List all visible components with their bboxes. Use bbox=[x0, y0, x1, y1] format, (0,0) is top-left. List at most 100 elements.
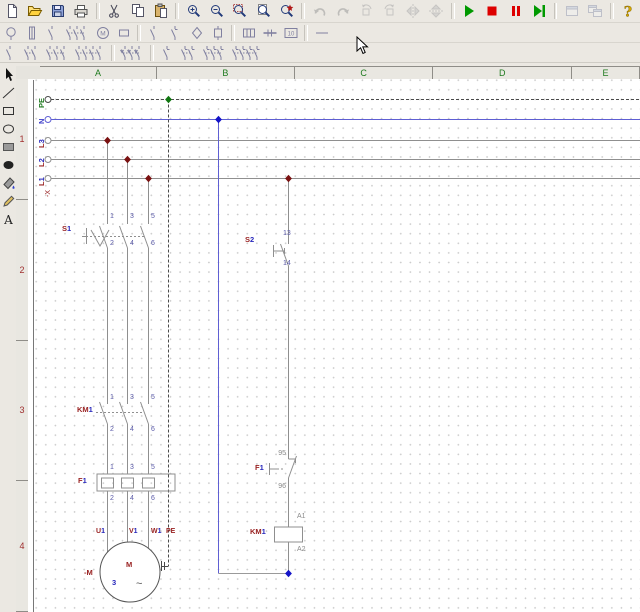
pencil-icon bbox=[1, 193, 16, 209]
lamp-button[interactable] bbox=[1, 24, 20, 41]
rotate-left-button[interactable] bbox=[356, 1, 377, 21]
window-arrange-button[interactable] bbox=[585, 1, 606, 21]
nc-3p-button[interactable] bbox=[201, 44, 228, 61]
select-icon bbox=[1, 67, 16, 83]
zoom-in-button[interactable] bbox=[183, 1, 204, 21]
tool-filled-rectangle-button[interactable] bbox=[1, 138, 16, 156]
print-icon bbox=[73, 3, 89, 19]
no-1p-icon bbox=[5, 45, 16, 61]
flip-vertical-button[interactable] bbox=[425, 1, 446, 21]
nc-1p-button[interactable] bbox=[158, 44, 177, 61]
no-3p-arrows-button[interactable] bbox=[119, 44, 146, 61]
cut-button[interactable] bbox=[104, 1, 125, 21]
schematic-canvas[interactable] bbox=[28, 79, 640, 612]
zoom-page-icon bbox=[256, 3, 272, 19]
tool-rectangle-button[interactable] bbox=[1, 102, 16, 120]
toolbar-separator bbox=[175, 3, 179, 19]
tool-ellipse-button[interactable] bbox=[1, 120, 16, 138]
zoom-page-button[interactable] bbox=[253, 1, 274, 21]
zoom-special-button[interactable] bbox=[276, 1, 297, 21]
copy-button[interactable] bbox=[127, 1, 148, 21]
open-icon bbox=[27, 3, 43, 19]
contact-toolbar bbox=[0, 43, 640, 63]
step-button[interactable] bbox=[528, 1, 549, 21]
pause-button[interactable] bbox=[505, 1, 526, 21]
contact-no2-button[interactable] bbox=[145, 24, 164, 41]
paste-button[interactable] bbox=[150, 1, 171, 21]
tool-filled-ellipse-button[interactable] bbox=[1, 156, 16, 174]
cut-icon bbox=[106, 3, 122, 19]
flip-horizontal-button[interactable] bbox=[402, 1, 423, 21]
tool-fill-button[interactable] bbox=[1, 174, 16, 192]
no-2p-button[interactable] bbox=[22, 44, 42, 61]
no-3p-button[interactable] bbox=[44, 44, 71, 61]
block-10-button[interactable]: 10 bbox=[281, 24, 300, 41]
toolbar-separator bbox=[137, 25, 141, 41]
undo-button[interactable] bbox=[309, 1, 330, 21]
window-new-button[interactable] bbox=[561, 1, 582, 21]
zoom-out-button[interactable] bbox=[207, 1, 228, 21]
nc-4p-button[interactable] bbox=[230, 44, 264, 61]
help-button[interactable]: ? bbox=[618, 1, 639, 21]
relay-button[interactable] bbox=[239, 24, 258, 41]
terminal-icon bbox=[262, 25, 278, 41]
wire-icon bbox=[314, 25, 330, 41]
svg-text:?: ? bbox=[624, 5, 632, 20]
flip-vertical-icon bbox=[428, 3, 444, 19]
coil-button[interactable] bbox=[114, 24, 133, 41]
motor-button[interactable]: M bbox=[93, 24, 112, 41]
toolbar-separator bbox=[554, 3, 558, 19]
nc-4p-icon bbox=[231, 45, 263, 61]
undo-icon bbox=[312, 3, 328, 19]
filled-ellipse-icon bbox=[1, 157, 16, 173]
copy-icon bbox=[130, 3, 146, 19]
standard-toolbar: ? bbox=[0, 0, 640, 23]
indicator-icon bbox=[189, 25, 205, 41]
tool-select-button[interactable] bbox=[1, 66, 16, 84]
no-3p-arrows-icon bbox=[120, 45, 145, 61]
no-3p-icon bbox=[45, 45, 70, 61]
toolbar-separator bbox=[111, 45, 115, 61]
new-icon bbox=[4, 3, 20, 19]
line-icon bbox=[1, 85, 16, 101]
zoom-window-button[interactable] bbox=[230, 1, 251, 21]
indicator-button[interactable] bbox=[187, 24, 206, 41]
contact-nc-button[interactable] bbox=[166, 24, 185, 41]
zoom-window-icon bbox=[232, 3, 248, 19]
connector-icon bbox=[210, 25, 226, 41]
fuse-button[interactable] bbox=[22, 24, 41, 41]
connector-button[interactable] bbox=[208, 24, 227, 41]
tool-pencil-button[interactable] bbox=[1, 192, 16, 210]
switch-3p-button[interactable] bbox=[64, 24, 91, 41]
fuse-icon bbox=[24, 25, 40, 41]
stop-button[interactable] bbox=[482, 1, 503, 21]
text-icon: A bbox=[1, 211, 16, 227]
nc-2p-button[interactable] bbox=[179, 44, 199, 61]
step-icon bbox=[531, 3, 547, 19]
wire-button[interactable] bbox=[312, 24, 331, 41]
no-4p-button[interactable] bbox=[73, 44, 107, 61]
open-button[interactable] bbox=[24, 1, 45, 21]
run-icon bbox=[461, 3, 477, 19]
redo-button[interactable] bbox=[333, 1, 354, 21]
tool-line-button[interactable] bbox=[1, 84, 16, 102]
relay-icon bbox=[241, 25, 257, 41]
paste-icon bbox=[153, 3, 169, 19]
contact-nc-icon bbox=[170, 25, 181, 41]
save-button[interactable] bbox=[47, 1, 68, 21]
coil-icon bbox=[116, 25, 132, 41]
no-1p-button[interactable] bbox=[1, 44, 20, 61]
zoom-in-icon bbox=[186, 3, 202, 19]
new-button[interactable] bbox=[1, 1, 22, 21]
block-10-icon: 10 bbox=[283, 25, 299, 41]
terminal-button[interactable] bbox=[260, 24, 279, 41]
run-button[interactable] bbox=[459, 1, 480, 21]
no-2p-icon bbox=[23, 45, 41, 61]
rotate-right-button[interactable] bbox=[379, 1, 400, 21]
tool-text-button[interactable]: A bbox=[1, 210, 16, 228]
save-icon bbox=[50, 3, 66, 19]
zoom-out-icon bbox=[209, 3, 225, 19]
print-button[interactable] bbox=[71, 1, 92, 21]
rotate-right-icon bbox=[382, 3, 398, 19]
contact-no-button[interactable] bbox=[43, 24, 62, 41]
